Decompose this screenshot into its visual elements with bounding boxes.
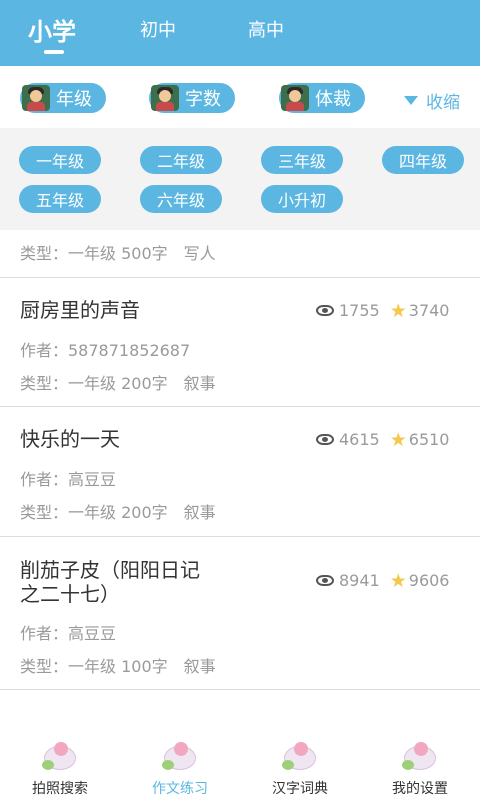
collapse-label: 收缩 <box>426 93 460 113</box>
active-tab-indicator <box>44 50 64 54</box>
eye-icon <box>316 434 334 445</box>
tab-primary-school[interactable]: 小学 <box>28 12 76 47</box>
filter-chip-label: 字数 <box>185 89 221 110</box>
divider <box>0 277 480 278</box>
nav-label: 作文练习 <box>152 781 208 797</box>
nav-settings[interactable]: 我的设置 <box>360 730 480 800</box>
filter-chip-label: 体裁 <box>315 89 351 110</box>
article-type-meta: 类型：一年级 100字 叙事 <box>20 657 216 676</box>
article-type-meta: 类型：一年级 200字 叙事 <box>20 374 216 393</box>
article-title: 厨房里的声音 <box>20 298 140 322</box>
divider <box>0 536 480 537</box>
divider <box>0 406 480 407</box>
student-avatar-icon <box>281 85 309 111</box>
triangle-down-icon <box>404 96 418 105</box>
article-author: 作者：587871852687 <box>20 341 191 360</box>
tab-middle-school[interactable]: 初中 <box>140 16 176 42</box>
grade-option[interactable]: 一年级 <box>19 146 101 174</box>
article-stats: 1755 ★ 3740 <box>316 301 449 320</box>
article-title: 之二十七） <box>20 582 120 606</box>
bottom-nav: 拍照搜索 作文练习 汉字词典 我的设置 <box>0 730 480 800</box>
student-avatar-icon <box>151 85 179 111</box>
article-author: 作者：高豆豆 <box>20 470 117 489</box>
nav-label: 汉字词典 <box>272 781 328 797</box>
divider <box>0 689 480 690</box>
nav-label: 我的设置 <box>392 781 448 797</box>
nav-photo-search[interactable]: 拍照搜索 <box>0 730 120 800</box>
view-count: 4615 <box>339 430 380 449</box>
view-count: 8941 <box>339 571 380 590</box>
article-author: 作者：高豆豆 <box>20 624 117 643</box>
star-icon: ★ <box>389 299 407 322</box>
article-stats: 4615 ★ 6510 <box>316 430 449 449</box>
grade-option[interactable]: 小升初 <box>261 185 343 213</box>
grade-option[interactable]: 四年级 <box>382 146 464 174</box>
grade-option[interactable]: 三年级 <box>261 146 343 174</box>
dictionary-icon <box>280 740 320 776</box>
eye-icon <box>316 575 334 586</box>
filter-chip-label: 年级 <box>56 89 92 110</box>
article-title: 快乐的一天 <box>20 427 120 451</box>
nav-label: 拍照搜索 <box>32 781 88 797</box>
filter-bar: 年级 字数 体裁 收缩 <box>0 66 480 128</box>
star-count: 3740 <box>408 301 450 320</box>
grade-option[interactable]: 六年级 <box>140 185 222 213</box>
nav-essay-practice[interactable]: 作文练习 <box>120 730 240 800</box>
grade-option[interactable]: 五年级 <box>19 185 101 213</box>
star-count: 6510 <box>408 430 450 449</box>
settings-icon <box>400 740 440 776</box>
article-type-meta: 类型：一年级 500字 写人 <box>20 244 216 263</box>
filter-chip-genre[interactable]: 体裁 <box>279 83 365 113</box>
filter-chip-wordcount[interactable]: 字数 <box>149 83 235 113</box>
view-count: 1755 <box>339 301 380 320</box>
essay-practice-icon <box>160 740 200 776</box>
filter-chip-grade[interactable]: 年级 <box>20 83 106 113</box>
nav-dictionary[interactable]: 汉字词典 <box>240 730 360 800</box>
star-icon: ★ <box>389 569 407 592</box>
eye-icon <box>316 305 334 316</box>
tab-high-school[interactable]: 高中 <box>248 16 284 42</box>
star-count: 9606 <box>408 571 450 590</box>
student-avatar-icon <box>22 85 50 111</box>
top-tab-bar: 小学 初中 高中 <box>0 0 480 66</box>
grade-option[interactable]: 二年级 <box>140 146 222 174</box>
star-icon: ★ <box>389 428 407 451</box>
article-stats: 8941 ★ 9606 <box>316 571 449 590</box>
photo-search-icon <box>40 740 80 776</box>
collapse-button[interactable]: 收缩 <box>404 88 460 113</box>
grade-panel: 一年级 二年级 三年级 四年级 五年级 六年级 小升初 <box>0 128 480 230</box>
article-type-meta: 类型：一年级 200字 叙事 <box>20 503 216 522</box>
